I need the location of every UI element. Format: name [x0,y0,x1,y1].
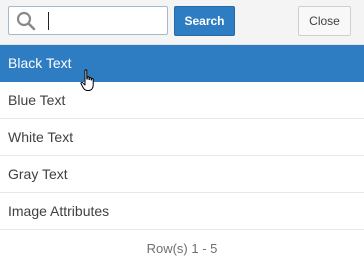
search-icon [16,11,36,31]
search-box[interactable] [8,6,168,35]
list-item[interactable]: Blue Text [0,82,364,119]
hand-pointer-icon [80,69,94,91]
search-toolbar: Search Close [0,0,364,44]
rows-count-text: Row(s) 1 - 5 [146,240,218,256]
search-button[interactable]: Search [174,6,235,36]
list-item[interactable]: Black Text [0,45,364,82]
list-item[interactable]: Gray Text [0,156,364,193]
list-item[interactable]: Image Attributes [0,193,364,230]
text-caret [48,12,49,30]
results-list: Black Text Blue Text White Text Gray Tex… [0,44,364,230]
close-button[interactable]: Close [298,6,351,36]
pagination-info: Row(s) 1 - 5 [0,230,364,266]
search-input[interactable] [53,10,161,31]
list-item[interactable]: White Text [0,119,364,156]
